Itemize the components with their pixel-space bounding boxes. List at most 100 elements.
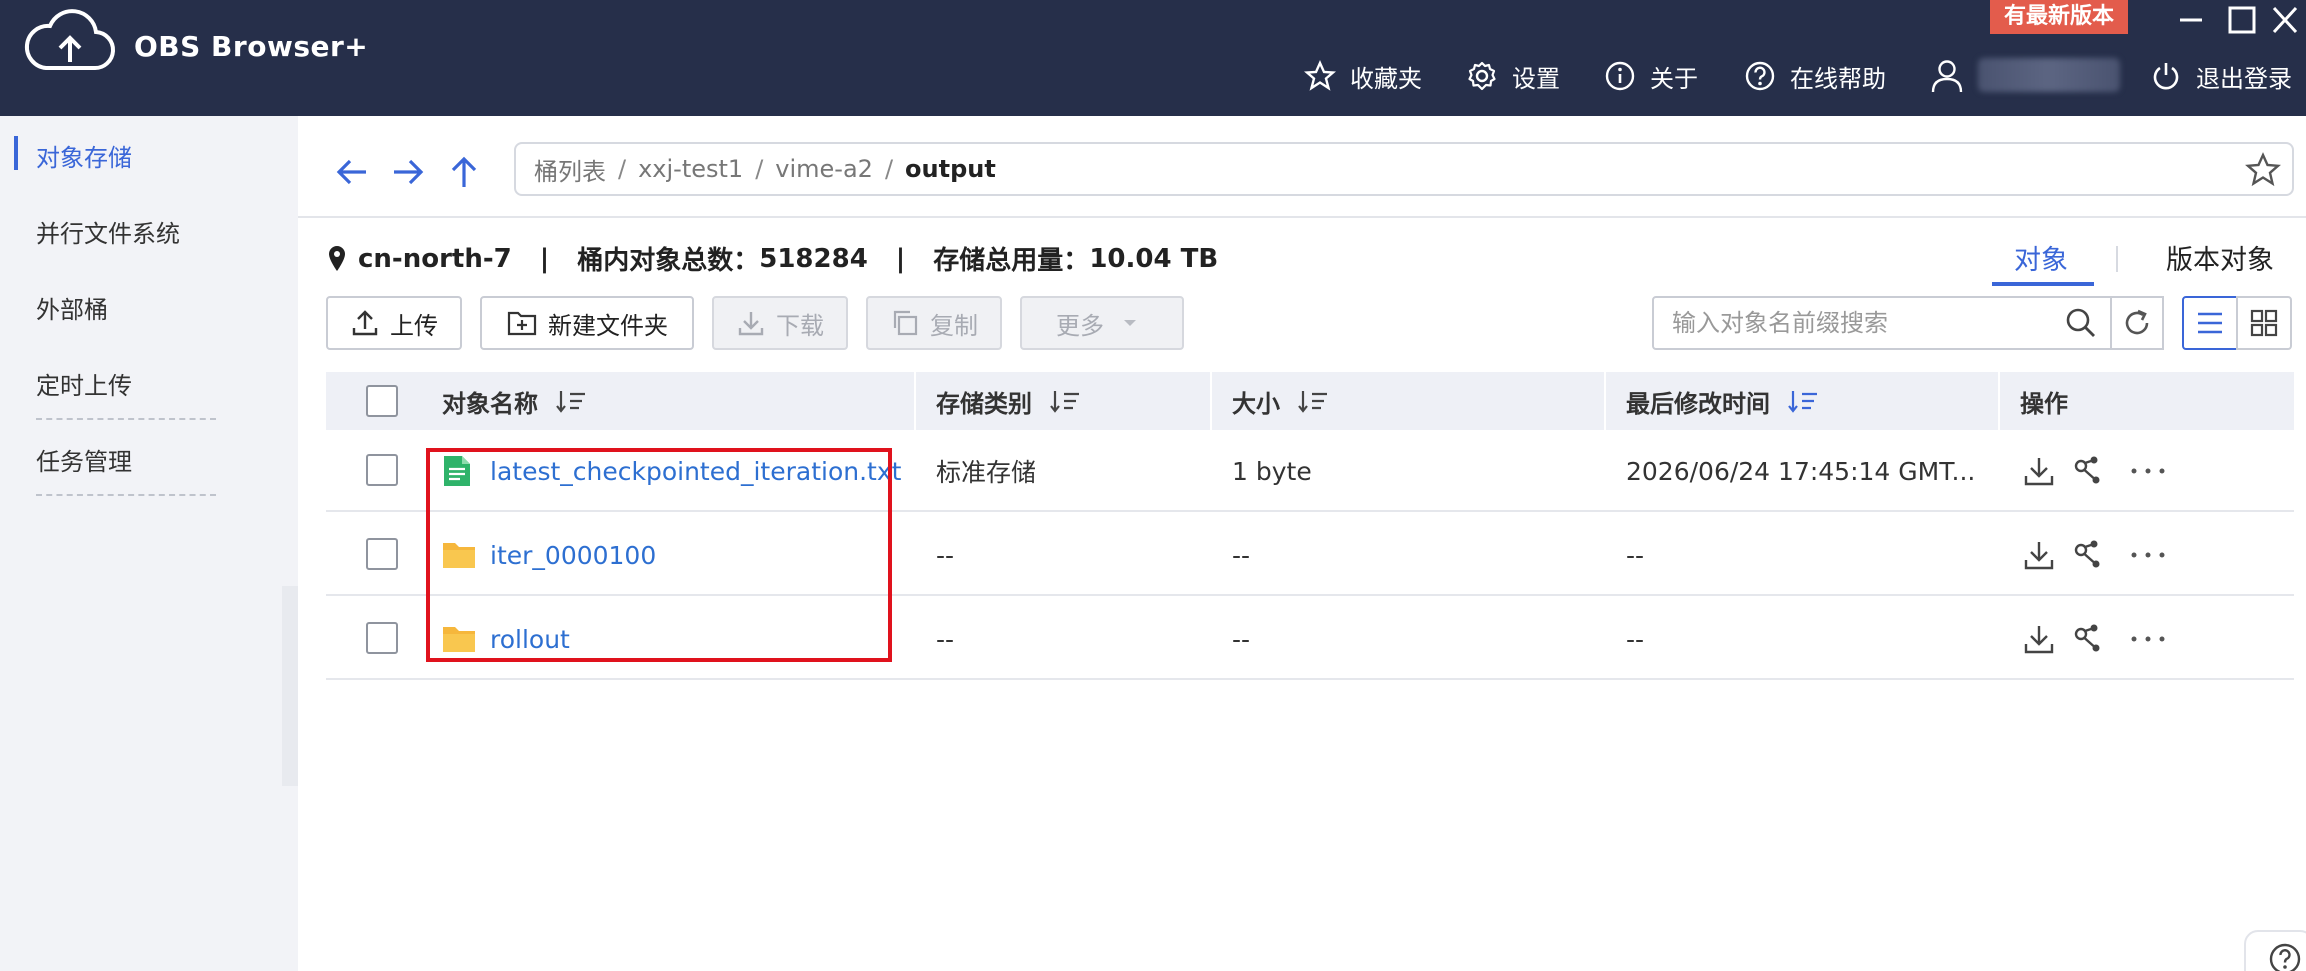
- sidebar-divider: [36, 494, 216, 496]
- object-count-label: 桶内对象总数：: [577, 246, 760, 276]
- user-icon[interactable]: [1930, 58, 1964, 94]
- sidebar-active-indicator: [14, 136, 18, 170]
- settings-button[interactable]: 设置: [1466, 56, 1560, 96]
- close-icon[interactable]: [2266, 2, 2304, 38]
- highlight-annotation-box: [426, 448, 892, 662]
- gear-icon: [1468, 61, 1496, 91]
- grid-view-icon: [2250, 309, 2278, 337]
- about-button[interactable]: 关于: [1604, 56, 1698, 96]
- sidebar-item-task-management[interactable]: 任务管理: [36, 442, 132, 477]
- settings-label: 设置: [1512, 64, 1560, 93]
- breadcrumb-separator: /: [618, 155, 627, 183]
- minimize-icon[interactable]: [2172, 2, 2210, 38]
- favorites-button[interactable]: 收藏夹: [1304, 56, 1422, 96]
- region-label: cn-north-7: [358, 243, 512, 274]
- share-icon[interactable]: [2070, 622, 2104, 656]
- sort-icon[interactable]: [1050, 389, 1080, 413]
- column-divider: [1604, 372, 1606, 430]
- upload-label: 上传: [390, 311, 438, 340]
- column-size-label: 大小: [1232, 389, 1280, 418]
- breadcrumb-separator: /: [884, 155, 894, 183]
- sidebar-divider: [36, 418, 216, 420]
- storage-class-cell: 标准存储: [936, 458, 1037, 487]
- storage-used-value: 10.04 TB: [1089, 243, 1219, 274]
- breadcrumb[interactable]: 桶列表 / xxj-test1 / vime-a2 / output: [514, 142, 2294, 196]
- modified-cell: --: [1626, 624, 1645, 654]
- column-header-actions: 操作: [2020, 372, 2068, 430]
- power-icon: [2153, 63, 2179, 90]
- size-cell: 1 byte: [1232, 456, 1312, 486]
- username-blurred: [1978, 58, 2120, 92]
- more-dropdown[interactable]: 更多: [1020, 296, 1184, 350]
- tab-version-objects[interactable]: 版本对象: [2166, 238, 2274, 277]
- info-divider: |: [895, 243, 906, 274]
- more-options-icon[interactable]: [2128, 538, 2168, 572]
- maximize-icon[interactable]: [2222, 2, 2260, 38]
- sidebar-item-external-bucket[interactable]: 外部桶: [36, 290, 108, 325]
- bookmark-star-icon[interactable]: [2244, 151, 2282, 189]
- download-label: 下载: [776, 311, 824, 340]
- search-icon[interactable]: [2062, 304, 2100, 342]
- column-divider: [1210, 372, 1212, 430]
- help-button[interactable]: 在线帮助: [1744, 56, 1886, 96]
- table-header: 对象名称 存储类别 大小 最后修改时间 操作: [326, 372, 2294, 430]
- more-options-icon[interactable]: [2128, 454, 2168, 488]
- favorites-label: 收藏夹: [1350, 64, 1422, 93]
- breadcrumb-item[interactable]: xxj-test1: [638, 155, 743, 183]
- row-checkbox[interactable]: [366, 538, 398, 570]
- new-folder-button[interactable]: 新建文件夹: [480, 296, 694, 350]
- sort-icon[interactable]: [556, 389, 586, 413]
- list-view-button[interactable]: [2182, 296, 2238, 350]
- column-header-name[interactable]: 对象名称: [442, 372, 586, 430]
- size-cell: --: [1232, 540, 1251, 570]
- column-header-modified[interactable]: 最后修改时间: [1626, 372, 1818, 430]
- column-header-storage-class[interactable]: 存储类别: [936, 372, 1080, 430]
- column-header-size[interactable]: 大小: [1232, 372, 1328, 430]
- share-icon[interactable]: [2070, 454, 2104, 488]
- list-view-icon: [2198, 312, 2222, 334]
- chevron-down-icon: [1124, 320, 1136, 326]
- upload-button[interactable]: 上传: [326, 296, 462, 350]
- download-icon[interactable]: [2022, 622, 2056, 656]
- copy-button[interactable]: 复制: [866, 296, 1002, 350]
- grid-view-button[interactable]: [2236, 296, 2292, 350]
- modified-cell: --: [1626, 540, 1645, 570]
- breadcrumb-current: output: [905, 155, 996, 183]
- up-arrow-icon[interactable]: [444, 152, 484, 192]
- search-input[interactable]: 输入对象名前缀搜索: [1652, 296, 2112, 350]
- sort-active-icon[interactable]: [1788, 389, 1818, 413]
- copy-icon: [893, 310, 918, 336]
- title-bar: OBS Browser+ 有最新版本 收藏夹 设置 关于 在线帮助 退出登录: [0, 0, 2306, 116]
- sidebar-item-object-storage[interactable]: 对象存储: [36, 138, 132, 173]
- row-checkbox[interactable]: [366, 454, 398, 486]
- download-icon[interactable]: [2022, 538, 2056, 572]
- breadcrumb-item[interactable]: 桶列表: [534, 152, 606, 187]
- sidebar-item-scheduled-upload[interactable]: 定时上传: [36, 366, 132, 401]
- logout-button[interactable]: 退出登录: [2150, 56, 2292, 96]
- more-options-icon[interactable]: [2128, 622, 2168, 656]
- star-icon: [1304, 60, 1336, 91]
- new-folder-icon: [507, 311, 537, 336]
- download-button[interactable]: 下载: [712, 296, 848, 350]
- column-name-label: 对象名称: [442, 389, 538, 418]
- select-all-checkbox[interactable]: [366, 385, 398, 417]
- share-icon[interactable]: [2070, 538, 2104, 572]
- back-arrow-icon[interactable]: [332, 152, 372, 192]
- refresh-button[interactable]: [2110, 296, 2164, 350]
- forward-arrow-icon[interactable]: [388, 152, 428, 192]
- modified-cell: 2026/06/24 17:45:14 GMT...: [1626, 456, 1976, 486]
- object-count-value: 518284: [759, 243, 868, 274]
- bucket-info: cn-north-7 | 桶内对象总数： 518284 | 存储总用量： 10.…: [326, 240, 1218, 277]
- info-icon: [1605, 61, 1635, 91]
- help-corner-button[interactable]: [2244, 930, 2306, 971]
- update-badge[interactable]: 有最新版本: [1990, 0, 2128, 34]
- breadcrumb-item[interactable]: vime-a2: [775, 155, 873, 183]
- download-icon[interactable]: [2022, 454, 2056, 488]
- row-checkbox[interactable]: [366, 622, 398, 654]
- sort-icon[interactable]: [1298, 389, 1328, 413]
- tab-objects[interactable]: 对象: [2014, 238, 2068, 277]
- about-label: 关于: [1650, 64, 1698, 93]
- sidebar-item-parallel-fs[interactable]: 并行文件系统: [36, 214, 180, 249]
- more-label: 更多: [1056, 311, 1104, 340]
- size-cell: --: [1232, 624, 1251, 654]
